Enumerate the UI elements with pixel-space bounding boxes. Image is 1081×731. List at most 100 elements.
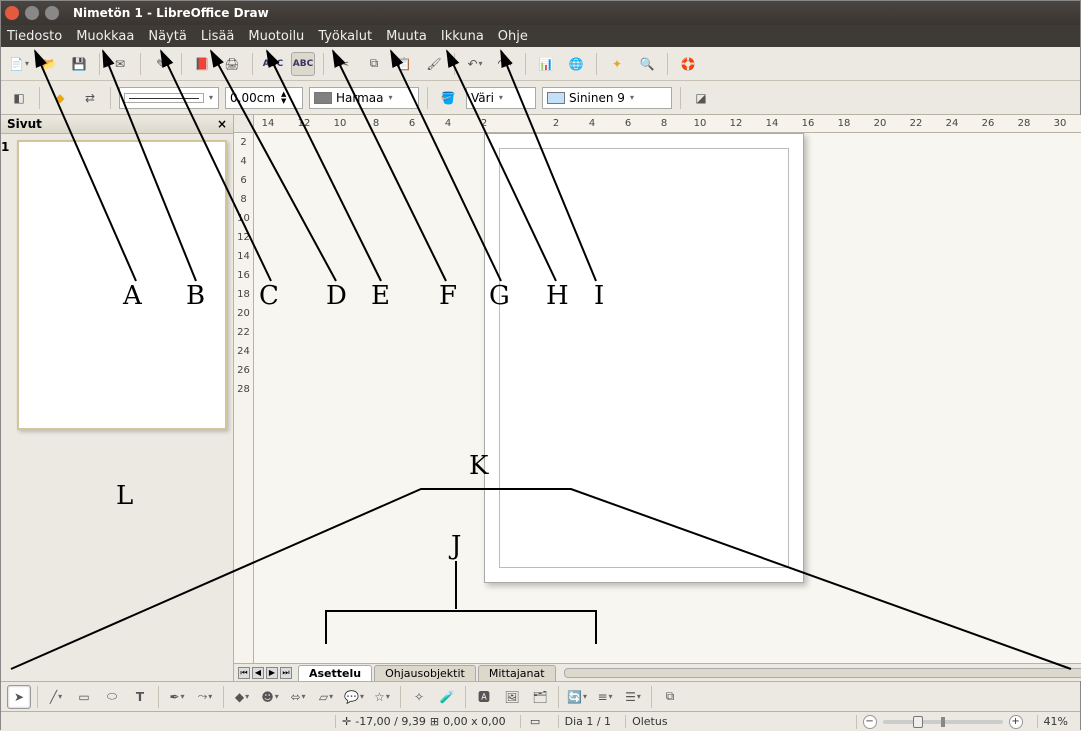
menu-tools[interactable]: Työkalut (318, 29, 372, 44)
email-button[interactable]: ✉ (108, 52, 132, 76)
menu-edit[interactable]: Muokkaa (76, 29, 134, 44)
open-button[interactable]: 📂 (37, 52, 61, 76)
export-pdf-button[interactable]: 📕 (190, 52, 214, 76)
pages-thumb-area[interactable]: 1 (1, 134, 233, 681)
page-thumbnail[interactable]: 1 (17, 140, 227, 430)
rect-tool-button[interactable]: ▭ (72, 685, 96, 709)
zoom-slider[interactable] (883, 720, 1003, 724)
navigator-button[interactable]: ✦ (605, 52, 629, 76)
arrows-button[interactable]: ⇄ (78, 86, 102, 110)
menu-modify[interactable]: Muuta (386, 29, 427, 44)
vertical-ruler[interactable]: 246810121416182022242628 (234, 133, 254, 663)
insert-image-button[interactable]: 🖼 (500, 685, 524, 709)
crosshair-icon: ✛ (342, 715, 351, 728)
fontwork-button[interactable]: 🅰 (472, 685, 496, 709)
select-tool-button[interactable]: ➤ (7, 685, 31, 709)
window-close-icon[interactable] (5, 6, 19, 20)
tab-first-icon[interactable]: ⏮ (238, 667, 250, 679)
align-button[interactable]: ≡▾ (593, 685, 617, 709)
glue-button[interactable]: ◆ (48, 86, 72, 110)
line-fill-toolbar: ◧ ◆ ⇄ ▾ 0,00cm ▲▼ Harmaa ▾ 🪣 Väri ▾ Sini… (1, 81, 1080, 115)
block-arrows-button[interactable]: ⬄▾ (286, 685, 310, 709)
titlebar: Nimetön 1 - LibreOffice Draw (1, 1, 1080, 25)
autospell-button[interactable]: ABC (291, 52, 315, 76)
chart-button[interactable]: 📊 (534, 52, 558, 76)
status-slide: Dia 1 / 1 (558, 715, 617, 728)
window-maximize-icon[interactable] (45, 6, 59, 20)
menu-format[interactable]: Muotoilu (248, 29, 304, 44)
hyperlink-button[interactable]: 🌐 (564, 52, 588, 76)
pages-panel-close-icon[interactable]: × (217, 117, 227, 131)
undo-button[interactable]: ↶▾ (463, 52, 487, 76)
print-button[interactable]: 🖨 (220, 52, 244, 76)
rotate-button[interactable]: 🔄▾ (565, 685, 589, 709)
tab-last-icon[interactable]: ⏭ (280, 667, 292, 679)
paste-button[interactable]: 📋 (392, 52, 416, 76)
drawing-area: 1412108642246810121416182022242628303234… (234, 115, 1081, 681)
line-style-combo[interactable]: ▾ (119, 87, 219, 109)
text-tool-button[interactable]: T (128, 685, 152, 709)
main-body: Sivut × 1 141210864224681012141618202224… (1, 115, 1080, 681)
status-sel-icon[interactable]: ▭ (520, 715, 550, 728)
fill-color-combo[interactable]: Sininen 9 ▾ (542, 87, 672, 109)
gluepoints-button[interactable]: 🧪 (435, 685, 459, 709)
cut-button[interactable]: ✂ (332, 52, 356, 76)
drawing-page[interactable] (484, 133, 804, 583)
size-icon: ⊞ (430, 715, 439, 728)
page-thumb-number: 1 (1, 140, 9, 154)
horizontal-ruler[interactable]: 1412108642246810121416182022242628303234 (234, 115, 1081, 133)
statusbar: ✛ -17,00 / 9,39 ⊞ 0,00 x 0,00 ▭ Dia 1 / … (1, 711, 1080, 731)
zoom-button[interactable]: 🔍 (635, 52, 659, 76)
extrusion-button[interactable]: ⧉ (658, 685, 682, 709)
pages-panel-title: Sivut (7, 117, 42, 131)
line-color-combo[interactable]: Harmaa ▾ (309, 87, 419, 109)
line-tool-button[interactable]: ╱▾ (44, 685, 68, 709)
status-style[interactable]: Oletus (625, 715, 674, 728)
curve-tool-button[interactable]: ✒▾ (165, 685, 189, 709)
arrange-button[interactable]: ☰▾ (621, 685, 645, 709)
callouts-button[interactable]: 💬▾ (342, 685, 366, 709)
symbol-shapes-button[interactable]: ☻▾ (258, 685, 282, 709)
menubar: Tiedosto Muokkaa Näytä Lisää Muotoilu Ty… (1, 25, 1080, 47)
window-title: Nimetön 1 - LibreOffice Draw (73, 6, 269, 20)
ellipse-tool-button[interactable]: ⬭ (100, 685, 124, 709)
redo-button[interactable]: ↷▾ (493, 52, 517, 76)
connector-tool-button[interactable]: ⤳▾ (193, 685, 217, 709)
tab-controls[interactable]: Ohjausobjektit (374, 665, 476, 681)
zoom-percent[interactable]: 41% (1037, 715, 1074, 728)
menu-insert[interactable]: Lisää (201, 29, 235, 44)
zoom-out-icon[interactable]: − (863, 715, 877, 729)
canvas[interactable] (254, 133, 1081, 663)
tab-prev-icon[interactable]: ◀ (252, 667, 264, 679)
tab-layout[interactable]: Asettelu (298, 665, 372, 681)
stars-button[interactable]: ☆▾ (370, 685, 394, 709)
styles-button[interactable]: ◧ (7, 86, 31, 110)
area-dialog-button[interactable]: 🪣 (436, 86, 460, 110)
zoom-in-icon[interactable]: + (1009, 715, 1023, 729)
edit-points-button[interactable]: ✧ (407, 685, 431, 709)
shadow-button[interactable]: ◪ (689, 86, 713, 110)
menu-help[interactable]: Ohje (498, 29, 528, 44)
standard-toolbar: 📄▾ 📂 💾 ✉ ✎ 📕 🖨 ABC ABC ✂ ⧉ 📋 🖌 ↶▾ ↷▾ 📊 🌐… (1, 47, 1080, 81)
edit-doc-button[interactable]: ✎ (149, 52, 173, 76)
menu-file[interactable]: Tiedosto (7, 29, 62, 44)
help-button[interactable]: 🛟 (676, 52, 700, 76)
window-minimize-icon[interactable] (25, 6, 39, 20)
clone-format-button[interactable]: 🖌 (422, 52, 446, 76)
h-scrollbar[interactable] (564, 668, 1081, 678)
line-width-spinner[interactable]: 0,00cm ▲▼ (225, 87, 303, 109)
menu-view[interactable]: Näytä (148, 29, 186, 44)
gallery-button[interactable]: 🗂 (528, 685, 552, 709)
flowchart-button[interactable]: ▱▾ (314, 685, 338, 709)
save-button[interactable]: 💾 (67, 52, 91, 76)
spellcheck-button[interactable]: ABC (261, 52, 285, 76)
new-doc-button[interactable]: 📄▾ (7, 52, 31, 76)
fill-type-combo[interactable]: Väri ▾ (466, 87, 536, 109)
tab-dimensions[interactable]: Mittajanat (478, 665, 556, 681)
tab-next-icon[interactable]: ▶ (266, 667, 278, 679)
zoom-controls[interactable]: − + (856, 715, 1029, 729)
layer-tab-row: ⏮ ◀ ▶ ⏭ Asettelu Ohjausobjektit Mittajan… (234, 663, 1081, 681)
menu-window[interactable]: Ikkuna (441, 29, 484, 44)
basic-shapes-button[interactable]: ◆▾ (230, 685, 254, 709)
copy-button[interactable]: ⧉ (362, 52, 386, 76)
